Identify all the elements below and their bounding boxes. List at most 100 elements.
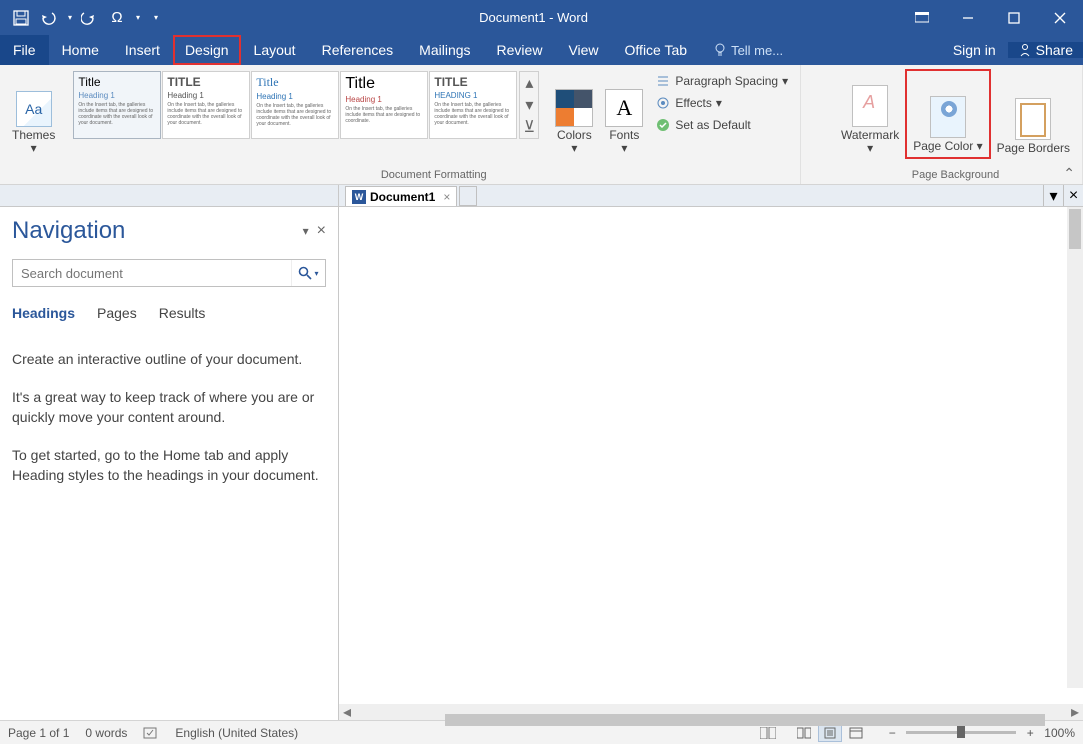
horizontal-scrollbar[interactable]: ◂ ▸	[339, 704, 1083, 720]
page-borders-icon	[1015, 98, 1051, 140]
fonts-label: Fonts	[609, 128, 639, 142]
tell-me-search[interactable]: Tell me...	[700, 35, 796, 65]
undo-dropdown-icon[interactable]: ▾	[68, 13, 72, 22]
tab-office-tab[interactable]: Office Tab	[612, 35, 701, 65]
nav-help-p2: It's a great way to keep track of where …	[12, 387, 326, 427]
group-label-page-background: Page Background	[912, 169, 999, 184]
collapse-ribbon-icon[interactable]: ⌃	[1063, 165, 1075, 182]
search-input[interactable]	[13, 260, 291, 286]
page-borders-label: Page Borders	[997, 142, 1070, 155]
tab-references[interactable]: References	[309, 35, 407, 65]
search-dropdown-icon[interactable]: ▾	[314, 269, 318, 278]
tab-mailings[interactable]: Mailings	[406, 35, 483, 65]
paragraph-spacing-button[interactable]: Paragraph Spacing ▾	[653, 71, 790, 91]
nav-tab-headings[interactable]: Headings	[12, 305, 75, 323]
qat-customize-icon[interactable]: ▾	[154, 13, 158, 22]
document-tab-bar: W Document1 × ▾ ×	[0, 185, 1083, 207]
gallery-up-icon[interactable]: ▴	[520, 72, 538, 94]
colors-label: Colors	[557, 128, 592, 142]
vertical-scrollbar[interactable]	[1067, 207, 1083, 688]
tab-close-all-icon[interactable]: ×	[1063, 185, 1083, 206]
tab-design[interactable]: Design	[173, 35, 241, 65]
vertical-scroll-thumb[interactable]	[1069, 209, 1081, 249]
search-button[interactable]: ▾	[291, 260, 325, 286]
checkmark-icon	[655, 117, 671, 133]
set-default-label: Set as Default	[675, 118, 750, 132]
format-style-item[interactable]: Title Heading 1 On the Insert tab, the g…	[340, 71, 428, 139]
share-button[interactable]: Share	[1008, 42, 1083, 58]
effects-button[interactable]: Effects ▾	[653, 93, 790, 113]
sign-in-link[interactable]: Sign in	[941, 42, 1008, 58]
print-layout-button[interactable]	[818, 724, 842, 742]
search-document-box: ▾	[12, 259, 326, 287]
tab-review[interactable]: Review	[484, 35, 556, 65]
zoom-control: − + 100%	[884, 726, 1075, 740]
format-style-item[interactable]: TITLE Heading 1 On the Insert tab, the g…	[162, 71, 250, 139]
colors-button[interactable]: Colors▾	[549, 69, 599, 159]
format-style-item[interactable]: Title Heading 1 On the Insert tab, the g…	[73, 71, 161, 139]
tab-file[interactable]: File	[0, 35, 49, 65]
themes-label: Themes	[12, 128, 55, 142]
fonts-button[interactable]: A Fonts▾	[599, 69, 649, 159]
gallery-expand-icon[interactable]: ⊻	[520, 116, 538, 138]
paragraph-spacing-icon	[655, 73, 671, 89]
pane-options-icon[interactable]: ▾	[303, 224, 309, 238]
read-mode-button[interactable]	[792, 724, 816, 742]
document-formatting-gallery[interactable]: Title Heading 1 On the Insert tab, the g…	[73, 69, 539, 139]
format-style-item[interactable]: TITLE HEADING 1 On the Insert tab, the g…	[429, 71, 517, 139]
fonts-icon: A	[605, 89, 643, 127]
document-page[interactable]	[339, 207, 1083, 704]
tab-layout[interactable]: Layout	[241, 35, 309, 65]
horizontal-scroll-thumb[interactable]	[445, 714, 1045, 726]
gallery-more: ▴ ▾ ⊻	[519, 71, 539, 139]
minimize-button[interactable]	[945, 0, 991, 35]
gallery-down-icon[interactable]: ▾	[520, 94, 538, 116]
page-count[interactable]: Page 1 of 1	[8, 726, 69, 740]
scroll-right-icon[interactable]: ▸	[1067, 702, 1083, 722]
undo-icon[interactable]	[38, 7, 60, 29]
tab-insert[interactable]: Insert	[112, 35, 173, 65]
scroll-left-icon[interactable]: ◂	[339, 702, 355, 722]
zoom-out-button[interactable]: −	[884, 726, 900, 740]
symbol-icon[interactable]: Ω	[106, 7, 128, 29]
redo-icon[interactable]	[78, 7, 100, 29]
nav-help-p1: Create an interactive outline of your do…	[12, 349, 326, 369]
word-count[interactable]: 0 words	[85, 726, 127, 740]
effects-icon	[655, 95, 671, 111]
ribbon: Aa Themes▾ Title Heading 1 On the Insert…	[0, 65, 1083, 185]
language-status[interactable]: English (United States)	[175, 726, 298, 740]
web-layout-button[interactable]	[844, 724, 868, 742]
tab-menu-icon[interactable]: ▾	[1043, 185, 1063, 206]
symbol-dropdown-icon[interactable]: ▾	[136, 13, 140, 22]
maximize-button[interactable]	[991, 0, 1037, 35]
nav-tab-results[interactable]: Results	[159, 305, 206, 323]
reading-view-shortcut-icon[interactable]	[760, 727, 776, 739]
zoom-slider[interactable]	[906, 731, 1016, 734]
content-area: Navigation ▾ × ▾ Headings Pages Results …	[0, 207, 1083, 720]
zoom-level[interactable]: 100%	[1044, 726, 1075, 740]
zoom-slider-thumb[interactable]	[957, 726, 965, 738]
colors-icon	[555, 89, 593, 127]
close-button[interactable]	[1037, 0, 1083, 35]
close-pane-icon[interactable]: ×	[317, 222, 326, 240]
tab-home[interactable]: Home	[49, 35, 112, 65]
nav-tab-pages[interactable]: Pages	[97, 305, 137, 323]
new-tab-button[interactable]	[459, 186, 477, 206]
page-color-button[interactable]: Page Color ▾	[905, 69, 990, 159]
window-title: Document1 - Word	[168, 10, 899, 25]
themes-button[interactable]: Aa Themes▾	[6, 69, 61, 159]
watermark-button[interactable]: Watermark▾	[835, 69, 905, 159]
page-borders-button[interactable]: Page Borders	[991, 69, 1076, 159]
navigation-pane: Navigation ▾ × ▾ Headings Pages Results …	[0, 207, 339, 720]
document-tab[interactable]: W Document1 ×	[345, 186, 457, 206]
zoom-in-button[interactable]: +	[1022, 726, 1038, 740]
ribbon-display-options-icon[interactable]	[899, 0, 945, 35]
watermark-label: Watermark	[841, 128, 899, 142]
save-icon[interactable]	[10, 7, 32, 29]
proofing-icon[interactable]	[143, 726, 159, 740]
format-style-item[interactable]: Title Heading 1 On the Insert tab, the g…	[251, 71, 339, 139]
close-tab-icon[interactable]: ×	[443, 190, 450, 204]
set-as-default-button[interactable]: Set as Default	[653, 115, 790, 135]
share-label: Share	[1036, 42, 1073, 58]
tab-view[interactable]: View	[555, 35, 611, 65]
